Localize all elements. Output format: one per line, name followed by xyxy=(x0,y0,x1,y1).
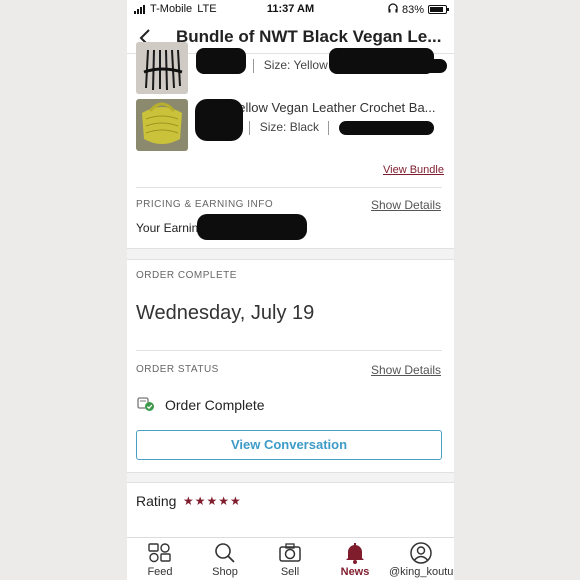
profile-icon xyxy=(387,542,454,564)
redaction xyxy=(195,99,243,141)
view-bundle-link[interactable]: View Bundle xyxy=(383,164,444,176)
redaction xyxy=(329,48,434,74)
view-conversation-button[interactable]: View Conversation xyxy=(136,430,442,460)
bell-icon xyxy=(324,542,386,564)
rating-stars-icon: ★★★★★ xyxy=(183,494,242,508)
order-date: Wednesday, July 19 xyxy=(136,302,315,324)
tab-label: @king_kouture xyxy=(389,566,454,578)
tab-profile[interactable]: @king_kouture xyxy=(387,538,454,580)
headphones-icon xyxy=(388,3,398,16)
redaction xyxy=(196,48,246,74)
tab-label: News xyxy=(340,566,370,578)
bundle-item-2[interactable]: NWT Yellow Vegan Leather Crochet Ba... S… xyxy=(136,99,446,155)
search-icon xyxy=(194,542,256,564)
rating-label: Rating xyxy=(136,493,177,509)
camera-icon xyxy=(259,542,321,564)
order-complete-icon xyxy=(137,396,155,417)
item-size: Size: Black xyxy=(259,120,320,134)
order-status-text: Order Complete xyxy=(165,397,265,413)
battery-percent: 83% xyxy=(401,3,424,16)
tab-label: Feed xyxy=(147,566,173,578)
item-size: Size: Yellow xyxy=(263,58,328,72)
tab-label: Shop xyxy=(212,566,238,578)
tab-news[interactable]: News xyxy=(324,538,386,580)
item-thumbnail[interactable] xyxy=(136,42,188,94)
status-show-details-link[interactable]: Show Details xyxy=(371,363,441,377)
order-complete-label: ORDER COMPLETE xyxy=(136,270,237,281)
status-bar: T-Mobile LTE 11:37 AM 83% xyxy=(127,0,454,18)
redaction xyxy=(197,214,307,240)
tab-feed[interactable]: Feed xyxy=(129,538,191,580)
pricing-show-details-link[interactable]: Show Details xyxy=(371,198,441,212)
phone-screen: T-Mobile LTE 11:37 AM 83% Bundle of NWT … xyxy=(127,0,454,580)
pricing-section-label: PRICING & EARNING INFO xyxy=(136,199,274,210)
order-status-label: ORDER STATUS xyxy=(136,364,219,375)
tab-label: Sell xyxy=(280,566,300,578)
tab-sell[interactable]: Sell xyxy=(259,538,321,580)
tab-shop[interactable]: Shop xyxy=(194,538,256,580)
feed-icon xyxy=(129,542,191,564)
battery-icon xyxy=(428,5,449,14)
item-thumbnail[interactable] xyxy=(136,99,188,151)
tab-bar: Feed Shop Sell News @king_koutu xyxy=(127,537,454,580)
